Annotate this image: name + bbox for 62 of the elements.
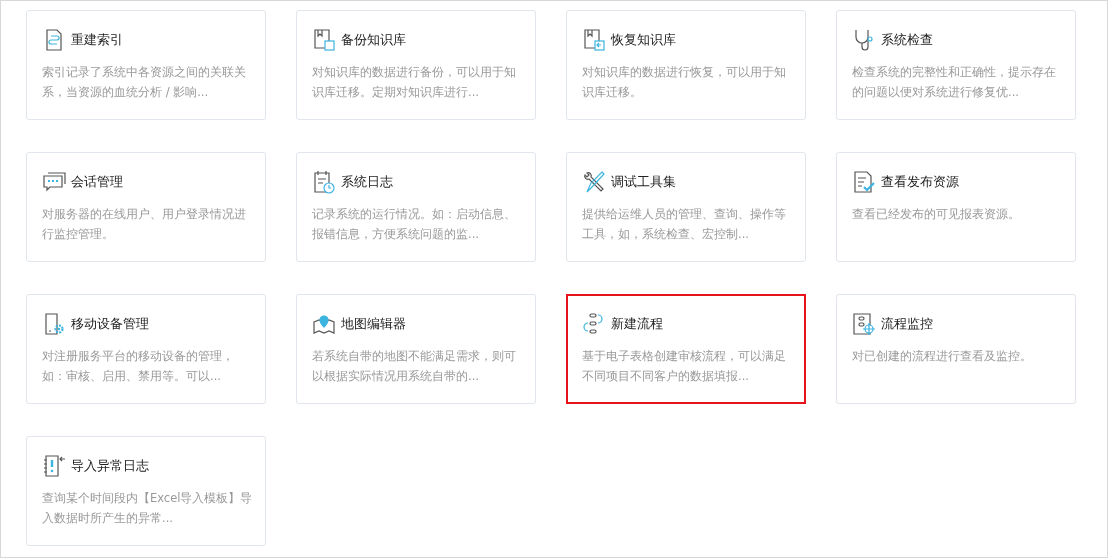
tool-card[interactable]: 系统日志 记录系统的运行情况。如：启动信息、 报错信息，方便系统问题的监...	[296, 152, 536, 262]
tool-card[interactable]: 查看发布资源 查看已经发布的可见报表资源。	[836, 152, 1076, 262]
card-title: 恢复知识库	[611, 31, 676, 49]
card-description: 查询某个时间段内【Excel导入模板】导	[42, 490, 253, 507]
card-description: 对注册服务平台的移动设备的管理，	[42, 348, 234, 365]
card-description: 查看已经发布的可见报表资源。	[852, 206, 1020, 223]
tool-card[interactable]: 备份知识库 对知识库的数据进行备份，可以用于知 识库迁移。定期对知识库进行...	[296, 10, 536, 120]
tool-card[interactable]: 移动设备管理 对注册服务平台的移动设备的管理， 如：审核、启用、禁用等。可以...	[26, 294, 266, 404]
tool-card[interactable]: 系统检查 检查系统的完整性和正确性，提示存在 的问题以便对系统进行修复优...	[836, 10, 1076, 120]
card-description: 检查系统的完整性和正确性，提示存在	[852, 64, 1056, 81]
card-description: 提供给运维人员的管理、查询、操作等	[582, 206, 786, 223]
card-title: 调试工具集	[611, 173, 676, 191]
tool-card[interactable]: 地图编辑器 若系统自带的地图不能满足需求，则可 以根据实际情况用系统自带的...	[296, 294, 536, 404]
card-description: 识库迁移。定期对知识库进行...	[312, 84, 479, 101]
calendar-clock-icon	[312, 170, 336, 194]
tool-card[interactable]: 重建索引 索引记录了系统中各资源之间的关联关 系，当资源的血统分析 / 影响...	[26, 10, 266, 120]
map-pin-icon	[312, 312, 336, 336]
tool-card[interactable]: 新建流程 基于电子表格创建审核流程，可以满足 不同项目不同客户的数据填报...	[566, 294, 806, 404]
stethoscope-icon	[852, 28, 876, 52]
card-description: 报错信息，方便系统问题的监...	[312, 226, 479, 243]
card-title: 系统日志	[341, 173, 393, 191]
card-description: 对知识库的数据进行恢复，可以用于知	[582, 64, 786, 81]
card-title: 备份知识库	[341, 31, 406, 49]
card-description: 以根据实际情况用系统自带的...	[312, 368, 479, 385]
card-description: 记录系统的运行情况。如：启动信息、	[312, 206, 516, 223]
tool-card[interactable]: 调试工具集 提供给运维人员的管理、查询、操作等 工具，如，系统检查、宏控制...	[566, 152, 806, 262]
card-description: 基于电子表格创建审核流程，可以满足	[582, 348, 786, 365]
document-check-icon	[852, 170, 876, 194]
card-title: 地图编辑器	[341, 315, 406, 333]
chat-icon	[42, 170, 66, 194]
card-title: 移动设备管理	[71, 315, 149, 333]
card-description: 的问题以便对系统进行修复优...	[852, 84, 1019, 101]
flow-target-icon	[852, 312, 876, 336]
card-title: 重建索引	[71, 31, 123, 49]
tool-card[interactable]: 导入异常日志 查询某个时间段内【Excel导入模板】导 入数据时所产生的异常...	[26, 436, 266, 546]
card-description: 对知识库的数据进行备份，可以用于知	[312, 64, 516, 81]
flow-icon	[582, 312, 606, 336]
card-description: 若系统自带的地图不能满足需求，则可	[312, 348, 516, 365]
tool-card[interactable]: 会话管理 对服务器的在线用户、用户登录情况进 行监控管理。	[26, 152, 266, 262]
card-description: 对已创建的流程进行查看及监控。	[852, 348, 1032, 365]
card-title: 会话管理	[71, 173, 123, 191]
card-description: 对服务器的在线用户、用户登录情况进	[42, 206, 246, 223]
notebook-alert-icon	[42, 454, 66, 478]
card-title: 查看发布资源	[881, 173, 959, 191]
card-description: 系，当资源的血统分析 / 影响...	[42, 84, 209, 101]
card-description: 索引记录了系统中各资源之间的关联关	[42, 64, 246, 81]
card-title: 系统检查	[881, 31, 933, 49]
card-title: 流程监控	[881, 315, 933, 333]
card-description: 入数据时所产生的异常...	[42, 510, 173, 527]
wrench-screwdriver-icon	[582, 170, 606, 194]
card-description: 识库迁移。	[582, 84, 642, 101]
tool-card[interactable]: 流程监控 对已创建的流程进行查看及监控。	[836, 294, 1076, 404]
book-copy-icon	[312, 28, 336, 52]
card-title: 导入异常日志	[71, 457, 149, 475]
card-description: 不同项目不同客户的数据填报...	[582, 368, 749, 385]
card-description: 行监控管理。	[42, 226, 114, 243]
card-description: 工具，如，系统检查、宏控制...	[582, 226, 749, 243]
card-description: 如：审核、启用、禁用等。可以...	[42, 368, 221, 385]
phone-gear-icon	[42, 312, 66, 336]
book-return-icon	[582, 28, 606, 52]
card-title: 新建流程	[611, 315, 663, 333]
tool-card[interactable]: 恢复知识库 对知识库的数据进行恢复，可以用于知 识库迁移。	[566, 10, 806, 120]
